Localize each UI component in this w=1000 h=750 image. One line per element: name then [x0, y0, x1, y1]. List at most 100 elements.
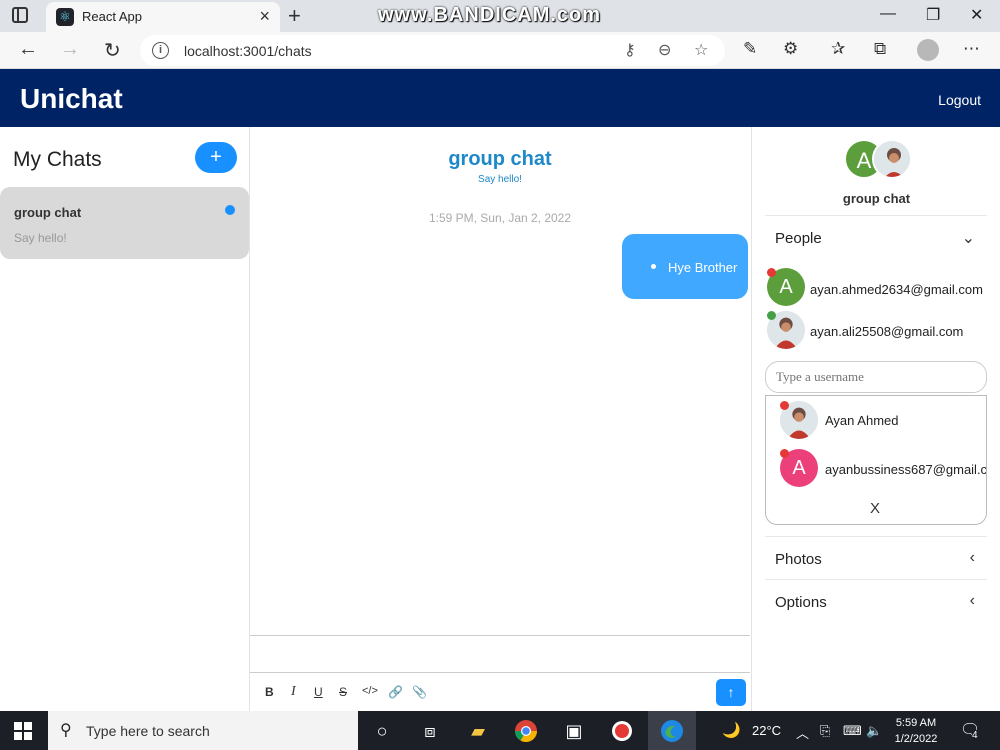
clock-date: 1/2/2022 — [894, 733, 938, 745]
record-logo-icon — [612, 721, 632, 741]
tab-close-icon[interactable]: × — [259, 6, 270, 27]
edge-icon — [660, 719, 684, 743]
logout-button[interactable]: Logout — [938, 92, 981, 108]
favorite-add-icon[interactable]: ☆ — [694, 40, 708, 60]
chevron-down-icon: ⌄ — [961, 230, 975, 247]
chrome-logo-icon — [515, 720, 537, 742]
browser-tab[interactable]: ⚛ React App × — [46, 2, 280, 32]
link-icon[interactable]: 🔗 — [388, 685, 403, 699]
chat-feed-subtitle: Say hello! — [478, 174, 522, 185]
cortana-icon[interactable]: ○ — [370, 719, 394, 743]
browser-tab-bar: ⚛ React App × + www.BANDICAM.com — ❐ ✕ — [0, 0, 1000, 32]
new-tab-icon[interactable]: + — [288, 3, 301, 29]
edge-taskbar-button[interactable] — [648, 711, 696, 750]
people-section-header[interactable]: People ⌄ — [765, 215, 987, 259]
underline-icon[interactable]: U — [314, 685, 323, 699]
temperature[interactable]: 22°C — [752, 723, 781, 738]
close-suggestions-icon[interactable]: X — [870, 500, 880, 517]
tray-expand-icon[interactable]: ︿ — [796, 723, 809, 742]
photos-label: Photos — [775, 551, 822, 568]
device-icon[interactable]: ⎘ — [820, 723, 830, 739]
more-icon[interactable]: ⋯ — [963, 39, 980, 59]
user-suggestion-list: Ayan Ahmed A ayanbussiness687@gmail.com … — [765, 395, 987, 525]
chat-card[interactable]: group chat Say hello! — [0, 187, 249, 259]
zoom-icon[interactable]: ⊖ — [658, 40, 671, 60]
collections-icon[interactable]: ⧉ — [874, 39, 886, 59]
username-search-input[interactable] — [765, 361, 987, 393]
chat-card-title: group chat — [14, 205, 82, 220]
minimize-icon[interactable]: — — [880, 5, 896, 23]
task-view-icon[interactable]: ⧈ — [418, 719, 442, 743]
chat-card-subtitle: Say hello! — [14, 231, 67, 245]
pen-extension-icon[interactable]: ✎ — [743, 39, 757, 59]
chat-list-panel: My Chats + group chat Say hello! — [0, 127, 250, 711]
attachment-icon[interactable]: 📎 — [412, 685, 427, 699]
message-input[interactable] — [250, 635, 750, 673]
unread-dot — [225, 205, 235, 215]
windows-start-icon[interactable] — [14, 722, 32, 740]
terminal-icon[interactable]: ▣ — [562, 719, 586, 743]
recorder-watermark: www.BANDICAM.com — [378, 4, 602, 26]
url-field[interactable]: i localhost:3001/chats ⚷ ⊖ ☆ — [140, 35, 725, 66]
photos-section-header[interactable]: Photos ‹ — [765, 536, 987, 580]
person-email: ayan.ahmed2634@gmail.com — [810, 282, 983, 297]
restore-icon[interactable]: ❐ — [926, 5, 940, 25]
notification-count: 4 — [972, 730, 978, 741]
bandicam-icon[interactable] — [610, 719, 634, 743]
online-status-dot — [767, 311, 776, 320]
person-email: ayan.ali25508@gmail.com — [810, 324, 964, 339]
file-explorer-icon[interactable]: ▰ — [466, 719, 490, 743]
taskbar-search[interactable]: ⚲ Type here to search — [48, 711, 358, 750]
taskbar-search-text: Type here to search — [86, 723, 210, 739]
tab-actions-icon[interactable] — [12, 7, 28, 23]
forward-icon[interactable]: → — [60, 38, 80, 61]
url-text[interactable]: localhost:3001/chats — [184, 43, 312, 59]
options-section-header[interactable]: Options ‹ — [765, 579, 987, 623]
new-chat-button[interactable]: + — [195, 142, 237, 173]
code-icon[interactable]: </> — [362, 685, 378, 697]
group-avatar-photo — [872, 139, 912, 179]
options-label: Options — [775, 594, 827, 611]
refresh-icon[interactable]: ↻ — [104, 38, 121, 63]
suggestion-name[interactable]: Ayan Ahmed — [825, 413, 898, 428]
site-info-icon[interactable]: i — [152, 42, 169, 59]
message-timestamp: 1:59 PM, Sun, Jan 2, 2022 — [428, 211, 572, 225]
message-text: Hye Brother — [668, 260, 738, 275]
network-icon[interactable]: ⌨ — [843, 723, 862, 739]
windows-taskbar: ⚲ Type here to search ○ ⧈ ▰ ▣ 🌙 22°C ︿ ⎘… — [0, 711, 1000, 750]
send-button[interactable]: ↑ — [716, 679, 746, 706]
volume-icon[interactable]: 🔈 — [866, 723, 882, 739]
offline-status-dot — [767, 268, 776, 277]
chevron-left-icon: ‹ — [969, 592, 975, 609]
group-name: group chat — [842, 191, 911, 206]
taskbar-clock[interactable]: 5:59 AM 1/2/2022 — [886, 715, 946, 747]
extensions-icon[interactable]: ⚙ — [783, 39, 798, 59]
search-icon: ⚲ — [60, 722, 72, 739]
offline-status-dot — [780, 449, 789, 458]
strikethrough-icon[interactable]: S — [339, 685, 347, 699]
back-icon[interactable]: ← — [18, 38, 38, 61]
tab-title: React App — [82, 9, 142, 24]
react-favicon-icon: ⚛ — [56, 8, 74, 26]
chrome-icon[interactable] — [514, 719, 538, 743]
app-header: Unichat Logout — [0, 69, 1000, 127]
key-icon[interactable]: ⚷ — [624, 40, 636, 60]
person-photo-icon — [874, 141, 910, 177]
italic-icon[interactable]: I — [291, 684, 296, 700]
suggestion-name[interactable]: ayanbussiness687@gmail.com — [825, 462, 986, 477]
bullet-icon — [651, 264, 656, 269]
window-close-icon[interactable]: ✕ — [970, 5, 983, 25]
chevron-left-icon: ‹ — [969, 549, 975, 566]
brand-title: Unichat — [20, 83, 123, 114]
favorites-icon[interactable]: ✰ — [831, 39, 845, 59]
edge-logo-icon — [661, 720, 683, 742]
offline-status-dot — [780, 401, 789, 410]
people-label: People — [775, 230, 822, 247]
profile-avatar[interactable] — [917, 39, 939, 61]
bold-icon[interactable]: B — [265, 685, 274, 699]
chat-feed-title: group chat — [448, 148, 552, 170]
chat-settings-panel: A group chat People ⌄ A ayan.ahmed2634@g… — [751, 127, 1000, 711]
weather-moon-icon[interactable]: 🌙 — [722, 721, 741, 739]
my-message-bubble[interactable]: Hye Brother — [622, 234, 748, 299]
address-bar: ← → ↻ i localhost:3001/chats ⚷ ⊖ ☆ ✎ ⚙ ✰… — [0, 32, 1000, 69]
